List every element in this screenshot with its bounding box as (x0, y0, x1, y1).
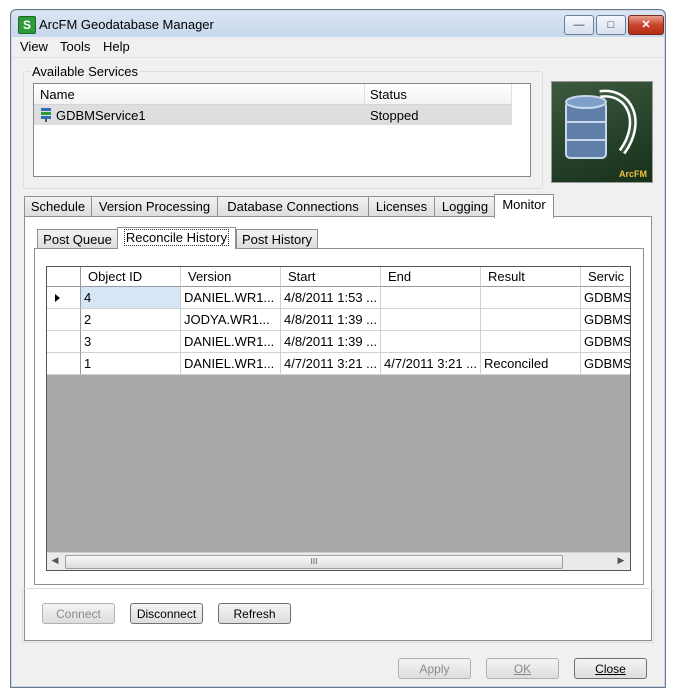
service-status: Stopped (370, 108, 419, 123)
cell-start[interactable]: 4/8/2011 1:39 ... (281, 331, 381, 353)
col-end[interactable]: End (381, 267, 481, 287)
service-row[interactable]: GDBMService1 Stopped (34, 105, 512, 125)
cell-service[interactable]: GDBMS (581, 353, 630, 375)
connect-button[interactable]: Connect (42, 603, 115, 624)
cell-object-id[interactable]: 2 (81, 309, 181, 331)
subtab-post-queue[interactable]: Post Queue (37, 229, 118, 249)
close-window-button[interactable]: ✕ (628, 15, 664, 35)
arcfm-logo: ArcFM (551, 81, 653, 183)
current-row-arrow-icon (55, 294, 60, 302)
col-result[interactable]: Result (481, 267, 581, 287)
menu-tools[interactable]: Tools (60, 39, 90, 54)
maximize-button[interactable]: □ (596, 15, 626, 35)
services-list[interactable]: Name Status GDBMService1 Stopped (33, 83, 531, 177)
col-start[interactable]: Start (281, 267, 381, 287)
col-object-id[interactable]: Object ID (81, 267, 181, 287)
monitor-panel: Post Queue Reconcile History Post Histor… (24, 216, 652, 641)
cell-service[interactable]: GDBMS (581, 309, 630, 331)
apply-button[interactable]: Apply (398, 658, 471, 679)
cell-end[interactable]: 4/7/2011 3:21 ... (381, 353, 481, 375)
cell-object-id[interactable]: 4 (81, 287, 181, 309)
cell-object-id[interactable]: 3 (81, 331, 181, 353)
tab-database-connections[interactable]: Database Connections (217, 196, 369, 217)
cell-result[interactable]: Reconciled (481, 353, 581, 375)
cell-version[interactable]: DANIEL.WR1... (181, 331, 281, 353)
disconnect-button[interactable]: Disconnect (130, 603, 203, 624)
row-header[interactable] (47, 353, 81, 375)
cell-end[interactable] (381, 331, 481, 353)
cell-start[interactable]: 4/8/2011 1:39 ... (281, 309, 381, 331)
grid-corner (47, 267, 81, 287)
cell-service[interactable]: GDBMS (581, 331, 630, 353)
cell-end[interactable] (381, 309, 481, 331)
cell-end[interactable] (381, 287, 481, 309)
service-icon (41, 108, 51, 122)
cell-version[interactable]: DANIEL.WR1... (181, 287, 281, 309)
app-icon: S (18, 16, 36, 34)
tab-version-processing[interactable]: Version Processing (91, 196, 218, 217)
services-header: Name Status (34, 84, 512, 105)
logo-text: ArcFM (618, 169, 647, 179)
cell-result[interactable] (481, 287, 581, 309)
cell-start[interactable]: 4/7/2011 3:21 ... (281, 353, 381, 375)
title-bar[interactable]: S ArcFM Geodatabase Manager — □ ✕ (11, 10, 665, 38)
reconcile-history-panel: Object ID Version Start End Result Servi… (34, 248, 644, 585)
tab-logging[interactable]: Logging (434, 196, 496, 217)
cell-result[interactable] (481, 309, 581, 331)
window-content: Available Services Name Status GDBMServi… (12, 58, 664, 686)
tab-schedule[interactable]: Schedule (24, 196, 92, 217)
service-name: GDBMService1 (56, 108, 146, 123)
database-icon (565, 89, 637, 159)
main-window: S ArcFM Geodatabase Manager — □ ✕ View T… (10, 9, 666, 688)
cell-object-id[interactable]: 1 (81, 353, 181, 375)
subtab-reconcile-history[interactable]: Reconcile History (117, 227, 236, 249)
col-name-header[interactable]: Name (40, 87, 75, 102)
tab-licenses[interactable]: Licenses (368, 196, 435, 217)
minimize-button[interactable]: — (564, 15, 594, 35)
cell-result[interactable] (481, 331, 581, 353)
scroll-left-icon[interactable]: ◀ (47, 555, 63, 566)
menu-help[interactable]: Help (103, 39, 130, 54)
cell-version[interactable]: JODYA.WR1... (181, 309, 281, 331)
header-separator (364, 84, 365, 104)
menu-bar: View Tools Help (12, 37, 664, 58)
connection-buttons-frame (22, 588, 654, 643)
subtab-post-history[interactable]: Post History (236, 229, 318, 249)
reconcile-history-grid[interactable]: Object ID Version Start End Result Servi… (46, 266, 631, 571)
tab-monitor[interactable]: Monitor (494, 194, 554, 218)
col-status-header[interactable]: Status (370, 87, 407, 102)
window-title: ArcFM Geodatabase Manager (39, 17, 214, 32)
subtab-reconcile-history-label: Reconcile History (123, 229, 230, 246)
close-button[interactable]: Close (574, 658, 647, 679)
col-version[interactable]: Version (181, 267, 281, 287)
row-header[interactable] (47, 287, 81, 309)
ok-button[interactable]: OK (486, 658, 559, 679)
scroll-thumb[interactable]: III (65, 555, 563, 569)
col-service[interactable]: Servic (581, 267, 630, 287)
cell-service[interactable]: GDBMS (581, 287, 630, 309)
row-header[interactable] (47, 309, 81, 331)
header-separator (511, 84, 512, 104)
row-header[interactable] (47, 331, 81, 353)
refresh-button[interactable]: Refresh (218, 603, 291, 624)
cell-version[interactable]: DANIEL.WR1... (181, 353, 281, 375)
horizontal-scrollbar[interactable]: ◀ III ▶ (47, 552, 630, 570)
available-services-label: Available Services (30, 64, 140, 79)
scroll-right-icon[interactable]: ▶ (613, 555, 629, 566)
cell-start[interactable]: 4/8/2011 1:53 ... (281, 287, 381, 309)
menu-view[interactable]: View (20, 39, 48, 54)
